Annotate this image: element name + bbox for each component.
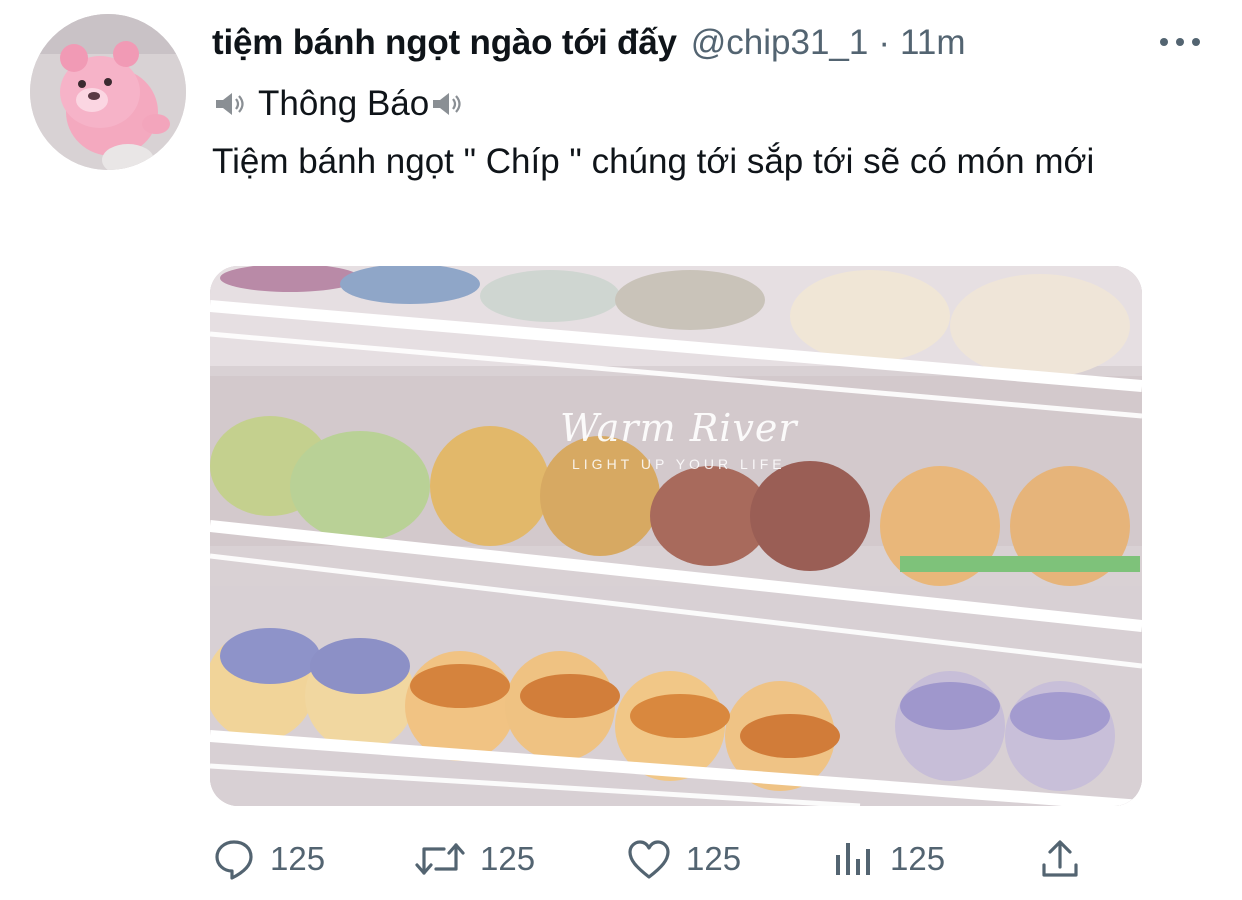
heart-icon: [628, 840, 670, 879]
reply-count: 125: [270, 840, 326, 877]
like-count: 125: [686, 840, 742, 877]
watermark-title: Warm River: [560, 406, 798, 450]
tweet-text-line-2: Tiệm bánh ngọt " Chíp " chúng tới sắp tớ…: [212, 142, 1095, 181]
views-count: 125: [890, 840, 946, 877]
views-button[interactable]: 125: [834, 834, 945, 884]
separator-dot: ·: [878, 23, 891, 62]
more-icon[interactable]: [1156, 28, 1204, 56]
pink-bear-avatar-image: [30, 14, 186, 170]
share-button[interactable]: [1040, 834, 1080, 884]
like-button[interactable]: 125: [626, 834, 741, 884]
avatar[interactable]: [30, 14, 186, 170]
retweet-button[interactable]: 125: [414, 834, 535, 884]
display-name[interactable]: tiệm bánh ngọt ngào tới đấy: [212, 23, 677, 63]
timestamp[interactable]: 11m: [900, 23, 966, 63]
tweet-header: tiệm bánh ngọt ngào tới đấy @chip31_1 · …: [212, 20, 966, 66]
watermark-subtitle: LIGHT UP YOUR LIFE: [572, 456, 786, 472]
user-handle[interactable]: @chip31_1: [691, 23, 869, 63]
speaker-icon: [429, 89, 465, 119]
share-icon: [1042, 840, 1078, 877]
reply-button[interactable]: 125: [212, 834, 325, 884]
retweet-count: 125: [480, 840, 536, 877]
announcement-label: Thông Báo: [258, 84, 430, 123]
macaron-shelves-photo: [210, 266, 1142, 806]
reply-icon: [215, 840, 253, 880]
speaker-icon: [212, 89, 248, 119]
tweet-media-image[interactable]: Warm River LIGHT UP YOUR LIFE: [210, 266, 1142, 806]
tweet-actions: 125 125 125 125: [212, 834, 1092, 884]
views-icon: [836, 843, 870, 875]
retweet-icon: [415, 843, 465, 875]
tweet-text-line-1: Thông Báo: [212, 80, 465, 128]
